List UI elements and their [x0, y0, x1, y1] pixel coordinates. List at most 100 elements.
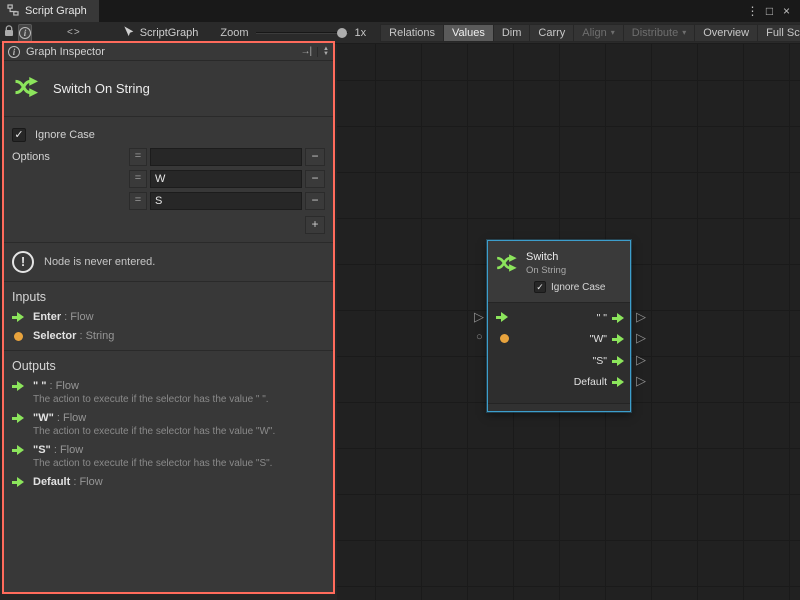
align-dropdown-button[interactable]: Align ▾ — [573, 24, 622, 42]
distribute-dropdown-button[interactable]: Distribute ▾ — [623, 24, 694, 42]
port-description: The action to execute if the selector ha… — [33, 426, 325, 437]
zoom-label: Zoom — [220, 27, 248, 39]
enter-port-marker[interactable]: ▷ — [474, 310, 484, 323]
option-value-input[interactable] — [150, 192, 302, 210]
port-name: " " — [33, 380, 47, 392]
port-type: Flow — [60, 444, 83, 456]
graph-name: ScriptGraph — [140, 27, 199, 39]
checkbox-checked-icon[interactable]: ✓ — [12, 128, 26, 142]
zoom-track — [256, 32, 348, 34]
output-port-marker[interactable]: ▷ — [636, 353, 646, 366]
selector-value-port[interactable] — [498, 334, 511, 346]
output-port-marker[interactable]: ▷ — [636, 331, 646, 344]
script-graph-icon — [122, 25, 135, 41]
flow-arrow-icon — [12, 381, 25, 392]
input-port-item: Enter : Flow — [12, 311, 325, 323]
ignore-case-label: Ignore Case — [35, 129, 95, 141]
graph-canvas[interactable]: ▷ ○ ▷ ▷ ▷ ▷ Switch On String ✓ Ignore Ca… — [337, 44, 800, 600]
warning-banner: ! Node is never entered. — [4, 242, 333, 282]
inspector-header-title: Graph Inspector — [26, 46, 105, 58]
dim-button[interactable]: Dim — [493, 24, 530, 42]
switch-on-string-node[interactable]: Switch On String ✓ Ignore Case " " "W" "… — [487, 240, 631, 412]
tab-script-graph[interactable]: Script Graph — [0, 0, 99, 22]
toolbar-button-group: Relations Values Dim Carry Align ▾ Distr… — [380, 24, 800, 42]
node-title: Switch — [526, 251, 558, 263]
checkbox-checked-icon[interactable]: ✓ — [534, 281, 546, 293]
values-button[interactable]: Values — [443, 24, 493, 42]
outputs-header: Outputs — [12, 359, 325, 373]
node-header[interactable]: Switch On String ✓ Ignore Case — [488, 241, 630, 303]
flow-arrow-icon — [612, 377, 625, 388]
window-menu-icon[interactable]: ⋮ — [744, 4, 761, 18]
enter-flow-port[interactable] — [496, 312, 509, 326]
value-dot-icon — [14, 332, 23, 341]
selector-port-marker[interactable]: ○ — [476, 331, 483, 344]
tab-title: Script Graph — [25, 5, 87, 17]
drag-handle-icon[interactable]: = — [129, 148, 147, 166]
remove-option-button[interactable]: − — [305, 192, 325, 210]
output-port-label: Default — [574, 376, 607, 388]
inspector-fields: ✓ Ignore Case Options = − = − = − — [4, 117, 333, 242]
port-separator: : — [76, 330, 85, 342]
output-port-s[interactable]: "S" — [593, 352, 625, 370]
port-separator: : — [54, 412, 63, 424]
fullscreen-button[interactable]: Full Screen — [757, 24, 800, 42]
carry-button[interactable]: Carry — [529, 24, 573, 42]
flow-arrow-icon — [12, 413, 25, 424]
port-type: Flow — [56, 380, 79, 392]
output-port-marker[interactable]: ▷ — [636, 310, 646, 323]
port-separator: : — [51, 444, 60, 456]
output-port-space[interactable]: " " — [597, 309, 625, 327]
inspected-node-title: Switch On String — [53, 81, 150, 96]
dock-icon[interactable]: →| — [300, 46, 311, 57]
output-port-item: "W" : Flow — [12, 412, 325, 424]
port-name: "W" — [33, 412, 54, 424]
maximize-icon[interactable]: □ — [761, 4, 778, 18]
outputs-section: Outputs " " : Flow The action to execute… — [4, 351, 333, 502]
port-description: The action to execute if the selector ha… — [33, 394, 325, 405]
lock-button[interactable] — [3, 24, 15, 42]
relations-button[interactable]: Relations — [380, 24, 443, 42]
flow-arrow-icon — [12, 445, 25, 456]
flow-arrow-icon — [12, 312, 25, 323]
graph-breadcrumb[interactable]: ScriptGraph — [122, 25, 199, 41]
code-view-button[interactable]: <> — [66, 24, 82, 42]
output-port-item: Default : Flow — [12, 476, 325, 488]
align-label: Align — [582, 27, 606, 39]
options-list: = − = − = − + — [129, 148, 325, 234]
output-port-default[interactable]: Default — [574, 373, 625, 391]
lock-icon — [4, 25, 14, 40]
zoom-slider[interactable] — [256, 27, 348, 39]
option-value-input[interactable] — [150, 148, 302, 166]
warning-text: Node is never entered. — [44, 256, 155, 268]
inspector-toggle-button[interactable]: i — [18, 24, 32, 42]
overview-button[interactable]: Overview — [694, 24, 757, 42]
zoom-knob[interactable] — [337, 28, 347, 38]
drag-handle-icon[interactable]: = — [129, 170, 147, 188]
port-type: String — [86, 330, 115, 342]
output-port-w[interactable]: "W" — [590, 330, 625, 348]
flow-arrow-icon — [612, 356, 625, 367]
output-port-marker[interactable]: ▷ — [636, 374, 646, 387]
flow-arrow-icon — [612, 334, 625, 345]
add-option-button[interactable]: + — [305, 216, 325, 234]
node-ignore-case-checkbox[interactable]: ✓ Ignore Case — [534, 281, 605, 293]
port-separator: : — [61, 311, 70, 323]
input-port-item: Selector : String — [12, 330, 325, 342]
ignore-case-checkbox[interactable]: ✓ Ignore Case — [12, 125, 325, 145]
output-port-label: " " — [597, 312, 607, 324]
drag-handle-icon[interactable]: = — [129, 192, 147, 210]
port-name: Enter — [33, 311, 61, 323]
output-port-item: "S" : Flow — [12, 444, 325, 456]
remove-option-button[interactable]: − — [305, 170, 325, 188]
node-footer — [488, 403, 630, 411]
chevron-down-icon: ▾ — [682, 28, 686, 37]
options-label: Options — [12, 148, 129, 234]
port-name: Default — [33, 476, 70, 488]
pane-stepper[interactable]: ▲ ▼ — [317, 47, 329, 57]
remove-option-button[interactable]: − — [305, 148, 325, 166]
inputs-section: Inputs Enter : Flow Selector : String — [4, 282, 333, 350]
option-value-input[interactable] — [150, 170, 302, 188]
close-icon[interactable]: × — [778, 4, 795, 18]
switch-icon — [13, 72, 43, 105]
